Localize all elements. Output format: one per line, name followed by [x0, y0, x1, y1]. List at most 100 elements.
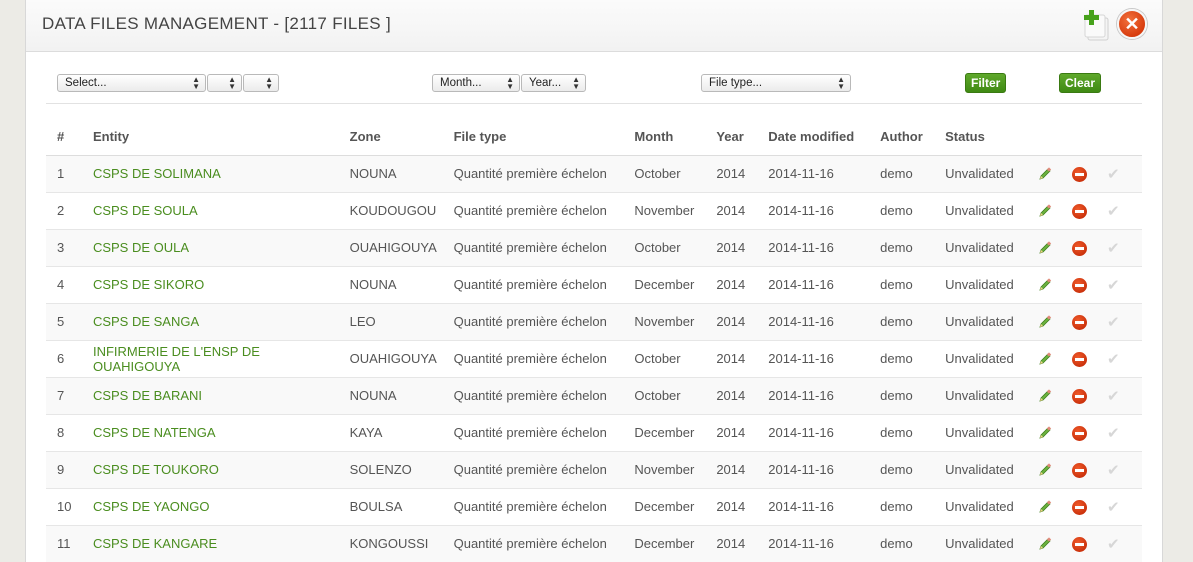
check-icon[interactable]: ✔: [1107, 351, 1120, 368]
cell-date-modified: 2014-11-16: [768, 340, 881, 378]
check-icon[interactable]: ✔: [1107, 166, 1120, 183]
sub-select-1[interactable]: ▲ ▼: [207, 74, 242, 92]
cell-edit: [1037, 155, 1073, 193]
cell-validate: ✔: [1106, 414, 1142, 452]
cell-delete: [1072, 488, 1107, 526]
check-icon[interactable]: ✔: [1107, 499, 1120, 516]
clear-button[interactable]: Clear: [1059, 73, 1102, 93]
select-arrows-icon: ▲ ▼: [192, 75, 200, 91]
cell-date-modified: 2014-11-16: [768, 525, 881, 562]
check-icon[interactable]: ✔: [1107, 425, 1120, 442]
data-files-panel: DATA FILES MANAGEMENT - [2117 FILES ] ✕ …: [25, 0, 1163, 562]
pencil-edit-icon[interactable]: [1037, 240, 1053, 256]
year-select[interactable]: Year... ▲ ▼: [521, 74, 586, 92]
cell-author: demo: [880, 377, 946, 415]
cell-entity-link[interactable]: CSPS DE NATENGA: [92, 414, 350, 452]
cell-entity-link[interactable]: CSPS DE KANGARE: [92, 525, 350, 562]
cell-zone: NOUNA: [349, 266, 454, 304]
pencil-edit-icon[interactable]: [1037, 425, 1053, 441]
cell-zone: NOUNA: [349, 155, 454, 193]
cell-month: October: [634, 155, 717, 193]
cell-author: demo: [880, 340, 946, 378]
cell-validate: ✔: [1106, 525, 1142, 562]
delete-icon[interactable]: [1072, 277, 1088, 293]
check-icon[interactable]: ✔: [1107, 277, 1120, 294]
cell-entity-link[interactable]: CSPS DE OULA: [92, 229, 350, 267]
cell-year: 2014: [716, 303, 769, 341]
cell-entity-link[interactable]: CSPS DE SOULA: [92, 192, 350, 230]
check-icon[interactable]: ✔: [1107, 314, 1120, 331]
cell-file-type: Quantité première échelon: [453, 451, 635, 489]
cell-entity-link[interactable]: CSPS DE BARANI: [92, 377, 350, 415]
cell-entity-link[interactable]: INFIRMERIE DE L'ENSP DE OUAHIGOUYA: [92, 340, 350, 378]
delete-icon[interactable]: [1072, 314, 1088, 330]
delete-icon[interactable]: [1072, 351, 1088, 367]
pencil-edit-icon[interactable]: [1037, 314, 1053, 330]
delete-icon[interactable]: [1072, 203, 1088, 219]
sub-select-2[interactable]: ▲ ▼: [243, 74, 279, 92]
filter-button[interactable]: Filter: [965, 73, 1007, 93]
cell-author: demo: [880, 525, 946, 562]
column-header-entity: Entity: [92, 118, 350, 156]
check-icon[interactable]: ✔: [1107, 240, 1120, 257]
cell-year: 2014: [716, 525, 769, 562]
delete-icon[interactable]: [1072, 499, 1088, 515]
data-files-table: # Entity Zone File type Month Year Date …: [46, 118, 1142, 562]
cell-validate: ✔: [1106, 266, 1142, 304]
delete-icon[interactable]: [1072, 166, 1088, 182]
cell-status: Unvalidated: [945, 192, 1038, 230]
table-row: 11 CSPS DE KANGARE KONGOUSSI Quantité premi…: [46, 525, 1142, 562]
close-icon[interactable]: ✕: [1117, 9, 1147, 39]
check-icon[interactable]: ✔: [1107, 203, 1120, 220]
delete-icon[interactable]: [1072, 536, 1088, 552]
delete-icon[interactable]: [1072, 425, 1088, 441]
cell-date-modified: 2014-11-16: [768, 303, 881, 341]
check-icon[interactable]: ✔: [1107, 536, 1120, 553]
pencil-edit-icon[interactable]: [1037, 388, 1053, 404]
cell-edit: [1037, 414, 1073, 452]
cell-month: December: [634, 488, 717, 526]
cell-year: 2014: [716, 192, 769, 230]
cell-year: 2014: [716, 414, 769, 452]
cell-entity-link[interactable]: CSPS DE YAONGO: [92, 488, 350, 526]
cell-entity-link[interactable]: CSPS DE SIKORO: [92, 266, 350, 304]
cell-entity-link[interactable]: CSPS DE TOUKORO: [92, 451, 350, 489]
entity-select[interactable]: Select... ▲ ▼: [57, 74, 206, 92]
cell-validate: ✔: [1106, 155, 1142, 193]
panel-header: DATA FILES MANAGEMENT - [2117 FILES ] ✕: [26, 0, 1162, 52]
cell-entity-link[interactable]: CSPS DE SANGA: [92, 303, 350, 341]
delete-icon[interactable]: [1072, 240, 1088, 256]
column-header-year: Year: [716, 118, 769, 156]
cell-status: Unvalidated: [945, 303, 1038, 341]
column-header-month: Month: [634, 118, 717, 156]
add-file-icon[interactable]: [1082, 9, 1112, 41]
delete-icon[interactable]: [1072, 388, 1088, 404]
month-select[interactable]: Month... ▲ ▼: [432, 74, 520, 92]
table-row: 2 CSPS DE SOULA KOUDOUGOU Quantité première…: [46, 192, 1142, 230]
pencil-edit-icon[interactable]: [1037, 166, 1053, 182]
table-row: 7 CSPS DE BARANI NOUNA Quantité première éc…: [46, 377, 1142, 415]
pencil-edit-icon[interactable]: [1037, 351, 1053, 367]
check-icon[interactable]: ✔: [1107, 388, 1120, 405]
cell-file-type: Quantité première échelon: [453, 266, 635, 304]
pencil-edit-icon[interactable]: [1037, 499, 1053, 515]
cell-zone: KONGOUSSI: [349, 525, 454, 562]
cell-author: demo: [880, 155, 946, 193]
cell-zone: BOULSA: [349, 488, 454, 526]
cell-delete: [1072, 414, 1107, 452]
cell-status: Unvalidated: [945, 451, 1038, 489]
column-header-file-type: File type: [453, 118, 635, 156]
pencil-edit-icon[interactable]: [1037, 462, 1053, 478]
cell-entity-link[interactable]: CSPS DE SOLIMANA: [92, 155, 350, 193]
cell-month: December: [634, 525, 717, 562]
check-icon[interactable]: ✔: [1107, 462, 1120, 479]
pencil-edit-icon[interactable]: [1037, 203, 1053, 219]
pencil-edit-icon[interactable]: [1037, 277, 1053, 293]
cell-month: November: [634, 303, 717, 341]
pencil-edit-icon[interactable]: [1037, 536, 1053, 552]
table-row: 4 CSPS DE SIKORO NOUNA Quantité première éc…: [46, 266, 1142, 304]
cell-year: 2014: [716, 266, 769, 304]
filetype-select[interactable]: File type... ▲ ▼: [701, 74, 851, 92]
cell-month: November: [634, 451, 717, 489]
delete-icon[interactable]: [1072, 462, 1088, 478]
